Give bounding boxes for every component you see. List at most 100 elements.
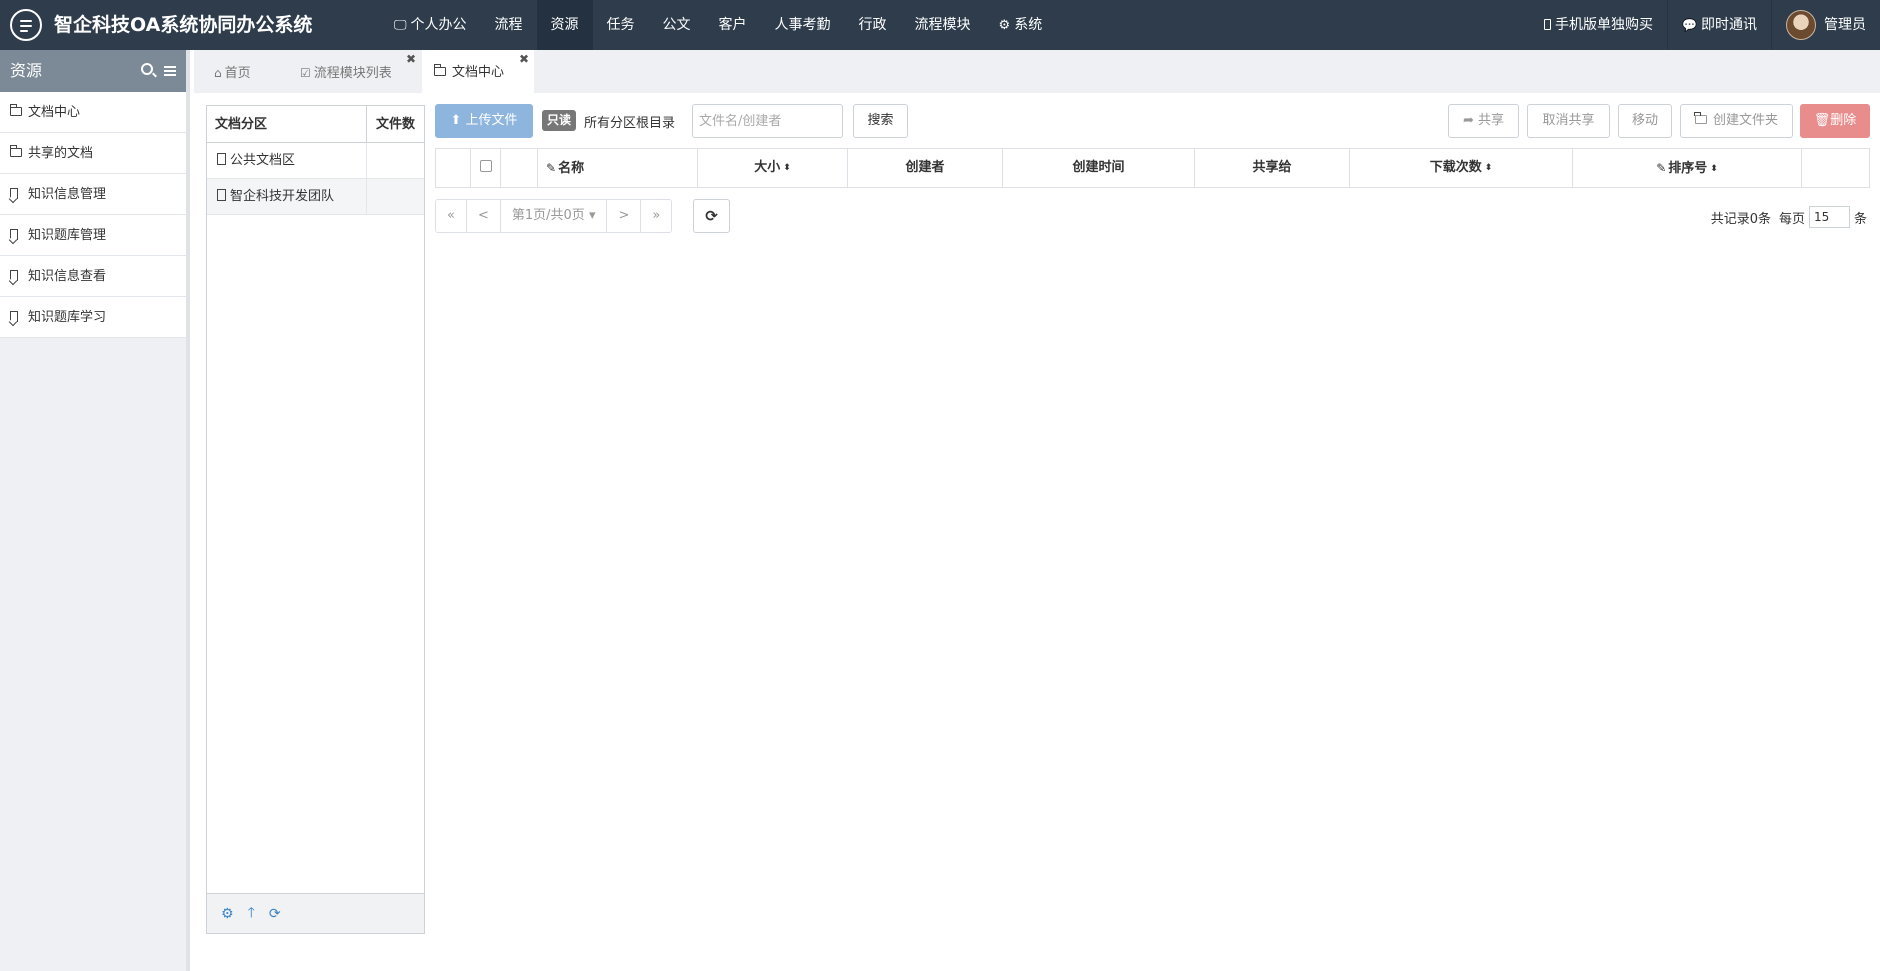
upload-icon: ⬆ (450, 113, 462, 128)
search-button[interactable]: 搜索 (853, 104, 908, 138)
user-menu[interactable]: 管理员 (1771, 0, 1880, 50)
next-page-button[interactable]: > (607, 200, 642, 232)
arrow-up-icon[interactable]: 🡑 (248, 902, 255, 926)
tab-home[interactable]: ⌂ 首页 (214, 50, 251, 93)
column-header-size[interactable]: 大小 ⬍ (698, 149, 848, 187)
first-page-button[interactable]: « (436, 200, 467, 232)
directory-scope-label: 所有分区根目录 (584, 116, 676, 131)
select-all-checkbox[interactable] (479, 160, 492, 172)
share-button[interactable]: ➦ 共享 (1448, 104, 1519, 138)
nav-item-workflow[interactable]: 流程 (481, 0, 537, 50)
nav-item-hr-attendance[interactable]: 人事考勤 (761, 0, 845, 50)
file-icon (217, 153, 226, 165)
nav-item-documents[interactable]: 公文 (649, 0, 705, 50)
sidebar: 资源 文档中心 共享的文档 知识信息管理 知识题库管理 知识信息查看 知识题库学… (0, 50, 190, 971)
column-header-creator[interactable]: 创建者 (848, 149, 1003, 187)
area-row-dev-team[interactable]: 智企科技开发团队 (207, 179, 424, 215)
pagination: « < 第1页/共0页 ▾ > » (435, 199, 673, 233)
per-page-unit: 条 (1853, 211, 1867, 227)
bookmark-icon (10, 311, 18, 322)
monitor-icon: 🖵 (394, 18, 407, 33)
file-icon (217, 189, 226, 201)
refresh-button[interactable]: ⟳ (693, 199, 730, 233)
area-row-public[interactable]: 公共文档区 (207, 143, 424, 179)
cancel-share-button[interactable]: 取消共享 (1527, 104, 1610, 138)
sidebar-item-shared-documents[interactable]: 共享的文档 (0, 133, 186, 174)
search-icon[interactable] (141, 63, 153, 75)
mobile-phone-icon (1544, 19, 1552, 30)
upload-file-button[interactable]: ⬆ 上传文件 (435, 104, 533, 138)
sidebar-title: 资源 (10, 61, 43, 80)
top-right-nav: 手机版单独购买 💬 即时通讯 管理员 (1530, 0, 1880, 50)
document-center-page: 文档分区 文件数 公共文档区 智企科技开发团队 ⚙ 🡑 ⟳ ⬆ 上传文件 只读 … (194, 93, 1880, 971)
tab-document-center[interactable]: 文档中心 (422, 50, 534, 93)
column-header-shared-with[interactable]: 共享给 (1195, 149, 1350, 187)
nav-item-customers[interactable]: 客户 (705, 0, 761, 50)
nav-item-resources[interactable]: 资源 (536, 0, 593, 50)
nav-item-personal-office[interactable]: 🖵 个人办公 (380, 0, 481, 50)
bookmark-icon (10, 229, 18, 240)
hamburger-menu-icon[interactable] (164, 66, 176, 76)
mobile-purchase-link[interactable]: 手机版单独购买 (1530, 0, 1667, 50)
gear-icon: ⚙ (998, 18, 1011, 33)
area-table-header: 文档分区 文件数 (207, 106, 424, 143)
sort-icon: ⬍ (783, 163, 791, 173)
sidebar-item-knowledge-info-view[interactable]: 知识信息查看 (0, 256, 186, 297)
top-bar: 智企科技OA系统协同办公系统 🖵 个人办公 流程 资源 任务 公文 客户 人事考勤… (0, 0, 1880, 50)
readonly-badge: 只读 (542, 110, 577, 131)
area-panel-footer: ⚙ 🡑 ⟳ (207, 893, 424, 933)
column-header-sort-order[interactable]: ✎ 排序号 ⬍ (1573, 149, 1802, 187)
bookmark-icon (10, 270, 18, 281)
search-input[interactable] (692, 104, 843, 138)
chat-bubbles-icon: 💬 (1682, 18, 1697, 32)
caret-down-icon: ▾ (588, 208, 596, 223)
sidebar-item-knowledge-info-management[interactable]: 知识信息管理 (0, 174, 186, 215)
app-logo-icon (10, 9, 42, 41)
row-number-header (436, 149, 471, 187)
column-header-created-time[interactable]: 创建时间 (1003, 149, 1195, 187)
nav-item-system[interactable]: ⚙ 系统 (985, 0, 1057, 50)
total-records-label: 共记录0条 (1710, 211, 1771, 227)
close-icon[interactable]: ✖ (519, 53, 529, 65)
close-icon[interactable]: ✖ (406, 53, 416, 65)
page-select[interactable]: 第1页/共0页 ▾ (501, 200, 608, 232)
refresh-icon[interactable]: ⟳ (269, 906, 281, 922)
document-area-panel: 文档分区 文件数 公共文档区 智企科技开发团队 ⚙ 🡑 ⟳ (206, 105, 425, 934)
refresh-icon: ⟳ (705, 207, 718, 225)
sidebar-item-question-bank-study[interactable]: 知识题库学习 (0, 297, 186, 338)
create-folder-button[interactable]: 创建文件夹 (1680, 104, 1793, 138)
sort-icon: ⬍ (1484, 163, 1493, 173)
folder-icon (433, 64, 446, 76)
trash-icon: 🗑 (1813, 113, 1831, 128)
prev-page-button[interactable]: < (467, 200, 501, 232)
pencil-icon: ✎ (1656, 161, 1667, 175)
column-header-name[interactable]: ✎ 名称 (538, 149, 698, 187)
icon-column-header (501, 149, 538, 187)
app-title: 智企科技OA系统协同办公系统 (54, 14, 313, 36)
trailing-column-header (1802, 149, 1869, 187)
last-page-button[interactable]: » (641, 200, 671, 232)
gear-icon[interactable]: ⚙ (221, 906, 234, 922)
nav-item-workflow-modules[interactable]: 流程模块 (901, 0, 985, 50)
page-size-input[interactable] (1808, 206, 1850, 228)
record-summary: 共记录0条 每页 条 (1711, 206, 1867, 228)
bookmark-icon (10, 188, 18, 199)
instant-messaging-link[interactable]: 💬 即时通讯 (1667, 0, 1771, 50)
main-nav: 🖵 个人办公 流程 资源 任务 公文 客户 人事考勤 行政 流程模块 ⚙ 系统 (380, 0, 1056, 50)
tab-workflow-module-list[interactable]: ☑ 流程模块列表 (300, 50, 392, 93)
file-table-header: ✎ 名称 大小 ⬍ 创建者 创建时间 共享给 下载次数 ⬍ ✎ 排序号 ⬍ (435, 148, 1870, 188)
move-button[interactable]: 移动 (1618, 104, 1672, 138)
nav-item-tasks[interactable]: 任务 (593, 0, 649, 50)
sidebar-item-document-center[interactable]: 文档中心 (0, 92, 186, 133)
column-header-download-count[interactable]: 下载次数 ⬍ (1350, 149, 1573, 187)
delete-button[interactable]: 🗑删除 (1800, 104, 1870, 138)
sidebar-item-question-bank-management[interactable]: 知识题库管理 (0, 215, 186, 256)
home-icon: ⌂ (214, 66, 222, 80)
share-arrow-icon: ➦ (1462, 113, 1474, 128)
nav-item-administration[interactable]: 行政 (845, 0, 901, 50)
avatar (1786, 10, 1816, 40)
sidebar-header: 资源 (0, 50, 186, 92)
column-header-file-count: 文件数 (375, 117, 415, 132)
folder-icon (1694, 112, 1707, 124)
select-all-header (471, 149, 501, 187)
